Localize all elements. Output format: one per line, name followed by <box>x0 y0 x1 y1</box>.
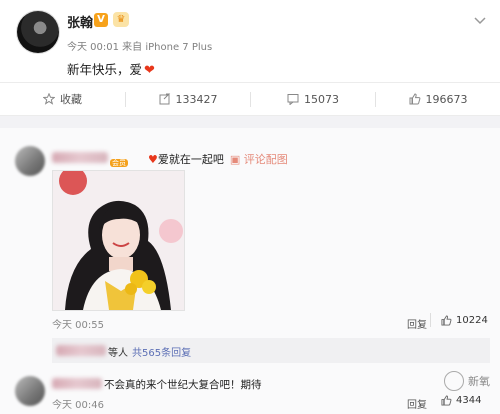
post-actions-bar: 收藏 133427 15073 196673 <box>0 82 500 116</box>
commenter-name[interactable] <box>52 378 102 389</box>
comment-body: 爱就在一起吧 <box>157 153 224 166</box>
star-icon <box>43 93 55 105</box>
repost-button[interactable]: 133427 <box>126 83 250 115</box>
section-divider <box>0 116 500 128</box>
comment-like-button[interactable]: 10224 <box>441 315 488 326</box>
commenter-avatar[interactable] <box>15 376 45 406</box>
replier-name[interactable] <box>56 345 106 356</box>
comment-like-count: 4344 <box>456 395 482 406</box>
comment-like-count: 10224 <box>456 315 488 326</box>
commenter-name[interactable] <box>52 152 108 163</box>
avatar[interactable] <box>17 11 59 53</box>
view-all-replies-link[interactable]: 共565条回复 <box>132 348 191 359</box>
reply-button[interactable]: 回复 <box>407 396 427 411</box>
chevron-down-icon[interactable] <box>473 16 487 26</box>
thumbs-up-icon <box>409 93 420 105</box>
image-comment-label: 评论配图 <box>243 153 288 166</box>
thumbs-up-icon <box>441 395 452 406</box>
reply-summary-suffix: 等人 <box>108 348 128 359</box>
post-text-content: 新年快乐，爱 <box>67 62 143 77</box>
comment-time: 今天 00:55 <box>52 320 104 331</box>
like-button[interactable]: 196673 <box>376 83 500 115</box>
post-text: 新年快乐，爱 ❤ <box>67 59 155 78</box>
comment-text: 不会真的来个世纪大复合吧！期待 <box>104 379 262 391</box>
verified-badge: V <box>94 13 108 27</box>
post-username[interactable]: 张翰 <box>67 12 93 31</box>
crown-icon: ♛ <box>113 12 129 27</box>
heart-icon: ♥ <box>148 153 158 166</box>
comment-image[interactable] <box>52 170 185 311</box>
vip-label: 会员 <box>110 159 128 167</box>
thumbs-up-icon <box>441 315 452 326</box>
comment-time: 今天 00:46 <box>52 400 104 411</box>
comment-button[interactable]: 15073 <box>251 83 375 115</box>
repost-count: 133427 <box>175 92 218 106</box>
portrait-illustration <box>53 171 184 310</box>
commenter-avatar[interactable] <box>15 146 45 176</box>
comment-count: 15073 <box>304 92 339 106</box>
favorite-label: 收藏 <box>60 93 82 106</box>
comment-icon <box>287 94 299 105</box>
comment-text: ♥爱就在一起吧 ▣ 评论配图 <box>148 151 288 167</box>
favorite-button[interactable]: 收藏 <box>0 83 125 115</box>
red-heart-icon: ❤ <box>144 63 155 78</box>
watermark-logo-icon <box>444 371 464 391</box>
image-comment-tag[interactable]: ▣ 评论配图 <box>230 153 288 166</box>
reply-button[interactable]: 回复 <box>407 316 427 331</box>
vip-badge: 会员 <box>110 150 128 169</box>
comment-like-button[interactable]: 4344 <box>441 395 481 406</box>
divider <box>430 313 431 327</box>
watermark-text: 新氧 <box>468 375 490 388</box>
like-count: 196673 <box>425 92 468 106</box>
watermark: 新氧 <box>444 371 490 391</box>
post-meta: 今天 00:01 来自 iPhone 7 Plus <box>67 42 213 53</box>
repost-icon <box>159 93 170 105</box>
reply-summary: 等人 共565条回复 <box>108 344 191 359</box>
